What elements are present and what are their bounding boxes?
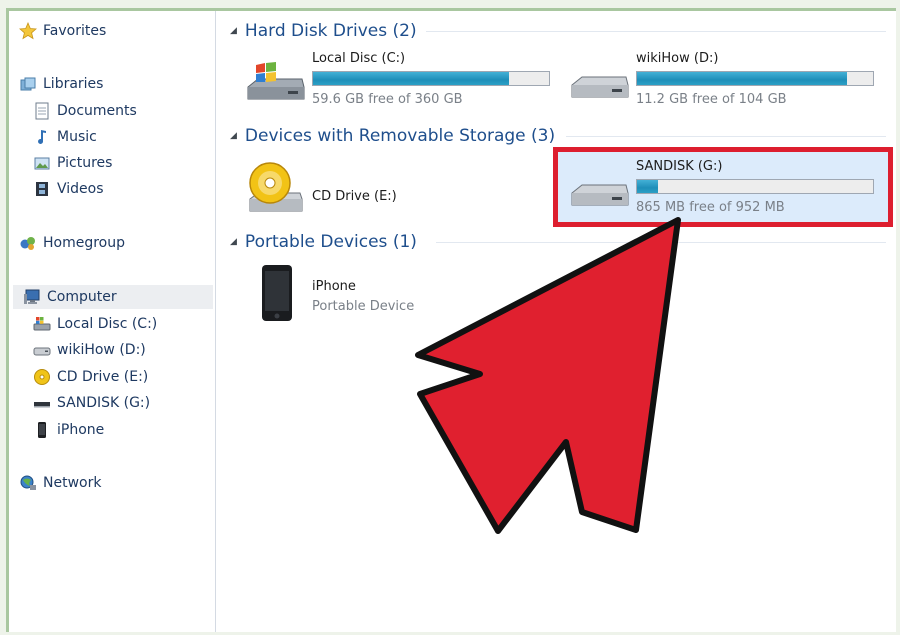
group-header-hard-disk[interactable]: ◢ Hard Disk Drives (2): [230, 18, 417, 44]
document-icon: [33, 102, 51, 120]
device-tile-iphone[interactable]: iPhone Portable Device: [244, 265, 544, 325]
nav-label: Homegroup: [43, 235, 126, 251]
drive-tile-local-disc-c[interactable]: Local Disc (C:) 59.6 GB free of 360 GB: [244, 51, 564, 111]
navigation-pane: Favorites Libraries Documents Music Pict…: [9, 11, 216, 632]
nav-homegroup[interactable]: Homegroup: [19, 231, 125, 255]
nav-pictures[interactable]: Pictures: [33, 151, 112, 175]
nav-sandisk-g[interactable]: SANDISK (G:): [33, 391, 150, 415]
nav-favorites[interactable]: Favorites: [19, 19, 106, 43]
drive-name: Local Disc (C:): [312, 51, 406, 66]
hard-drive-icon: [33, 341, 51, 359]
capacity-bar: [636, 71, 874, 86]
cd-drive-icon: [244, 162, 308, 215]
group-title: Portable Devices (1): [244, 232, 417, 252]
nav-local-disc-c[interactable]: Local Disc (C:): [33, 312, 157, 336]
windows-drive-icon: [244, 59, 308, 107]
music-note-icon: [33, 128, 51, 146]
nav-documents[interactable]: Documents: [33, 99, 137, 123]
capacity-fill: [313, 72, 509, 85]
drive-free-space: 59.6 GB free of 360 GB: [312, 92, 463, 107]
nav-label: Favorites: [43, 23, 107, 39]
group-header-removable[interactable]: ◢ Devices with Removable Storage (3): [230, 123, 555, 149]
capacity-fill: [637, 72, 848, 85]
computer-icon: [23, 288, 41, 306]
homegroup-icon: [19, 234, 37, 252]
phone-icon: [244, 265, 308, 321]
device-name: iPhone: [312, 279, 356, 294]
group-divider: [566, 136, 886, 137]
group-divider: [436, 242, 886, 243]
nav-label: Documents: [57, 103, 137, 119]
collapse-triangle-icon: ◢: [230, 131, 237, 141]
phone-icon: [33, 421, 51, 439]
windows-drive-icon: [33, 315, 51, 333]
film-icon: [33, 180, 51, 198]
nav-label: Local Disc (C:): [57, 316, 158, 332]
cd-icon: [33, 368, 51, 386]
hard-drive-icon: [568, 59, 632, 107]
nav-network[interactable]: Network: [19, 471, 101, 495]
device-type: Portable Device: [312, 299, 415, 314]
collapse-triangle-icon: ◢: [230, 26, 237, 36]
nav-label: Videos: [57, 181, 104, 197]
nav-computer[interactable]: Computer: [13, 285, 213, 309]
highlight-annotation-box: [553, 147, 893, 227]
group-divider: [426, 31, 886, 32]
libraries-icon: [19, 75, 37, 93]
drive-free-space: 11.2 GB free of 104 GB: [636, 92, 787, 107]
group-header-portable[interactable]: ◢ Portable Devices (1): [230, 229, 417, 255]
content-pane: ◢ Hard Disk Drives (2) Local Disc (C:) 5…: [216, 11, 896, 632]
nav-label: Pictures: [57, 155, 113, 171]
network-icon: [19, 474, 37, 492]
nav-label: Libraries: [43, 76, 104, 92]
nav-label: SANDISK (G:): [57, 395, 151, 411]
nav-videos[interactable]: Videos: [33, 177, 104, 201]
explorer-window: Favorites Libraries Documents Music Pict…: [6, 8, 896, 632]
nav-label: wikiHow (D:): [57, 342, 146, 358]
pictures-icon: [33, 154, 51, 172]
group-title: Hard Disk Drives (2): [244, 21, 417, 41]
nav-iphone[interactable]: iPhone: [33, 418, 104, 442]
nav-label: iPhone: [57, 422, 105, 438]
group-title: Devices with Removable Storage (3): [244, 126, 556, 146]
drive-tile-wikihow-d[interactable]: wikiHow (D:) 11.2 GB free of 104 GB: [568, 51, 888, 111]
nav-libraries[interactable]: Libraries: [19, 72, 103, 96]
nav-label: Computer: [47, 289, 117, 305]
drive-name: wikiHow (D:): [636, 51, 719, 66]
nav-label: Music: [57, 129, 97, 145]
nav-label: CD Drive (E:): [57, 369, 149, 385]
nav-wikihow-d[interactable]: wikiHow (D:): [33, 338, 146, 362]
nav-label: Network: [43, 475, 102, 491]
nav-music[interactable]: Music: [33, 125, 97, 149]
usb-drive-icon: [33, 394, 51, 412]
collapse-triangle-icon: ◢: [230, 237, 237, 247]
drive-name: CD Drive (E:): [312, 189, 397, 204]
drive-tile-cd-drive-e[interactable]: CD Drive (E:): [244, 159, 544, 219]
capacity-bar: [312, 71, 550, 86]
nav-cd-drive-e[interactable]: CD Drive (E:): [33, 365, 148, 389]
star-icon: [19, 22, 37, 40]
